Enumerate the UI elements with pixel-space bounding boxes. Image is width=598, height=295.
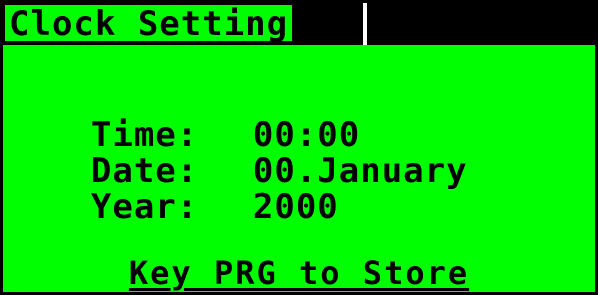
screen-title: Clock Setting — [5, 5, 293, 43]
text-cursor — [363, 3, 367, 45]
year-row[interactable]: Year: 2000 — [5, 153, 339, 261]
lcd-display: Clock Setting Time: 00:00 Date: 00.January… — [0, 0, 598, 295]
title-bar: Clock Setting — [3, 3, 595, 45]
year-label: Year: — [90, 187, 199, 227]
year-value[interactable]: 2000 — [253, 187, 339, 227]
store-hint: Key PRG to Store — [128, 254, 470, 292]
title-underline — [5, 41, 365, 45]
